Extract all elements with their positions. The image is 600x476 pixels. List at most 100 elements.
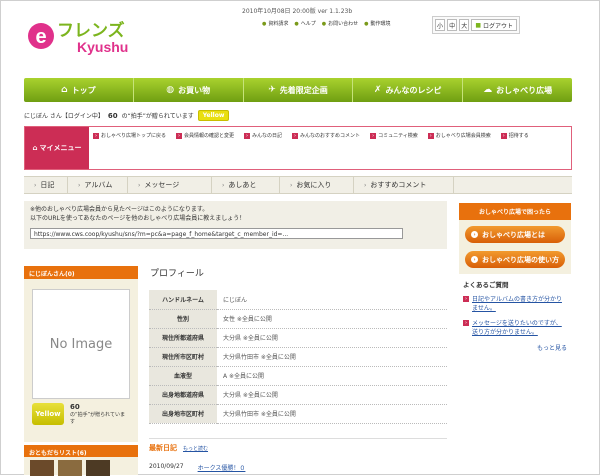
nav-limited[interactable]: ✈ 先着限定企画 <box>244 78 354 102</box>
arrow-icon: › <box>93 132 99 139</box>
my-menu-link[interactable]: › 会員情報の確認と変更 <box>176 132 234 139</box>
my-menu-link[interactable]: › 招待する <box>500 132 529 139</box>
user-name: にじぼん さん【ログイン中】 <box>24 113 104 120</box>
profile-value: 女性 ※全員に公開 <box>217 309 447 329</box>
my-menu: ⌂ マイメニュー › おしゃべり広場トップに戻る › 会員情報の確認と変更 › みんなの… <box>24 126 572 170</box>
arrow-icon: › <box>500 132 507 139</box>
list-item: 2010/09/27 ホークス優勝！０ <box>149 463 447 472</box>
help-box-body: › おしゃべり広場とは › おしゃべり広場の使い方 <box>459 220 571 274</box>
tab-message[interactable]: › メッセージ <box>128 177 212 193</box>
faq-section: よくあるご質問 › 日記やアルバムの書き方が分かりません。 › メッセージを送りたい… <box>459 279 571 352</box>
profile-key: 現住所市区町村 <box>149 347 217 367</box>
chat-icon: ☁ <box>483 85 493 95</box>
font-size-small-button[interactable]: 小 <box>435 19 446 31</box>
table-row: ハンドルネーム にじぼん <box>149 290 447 310</box>
arrow-icon: › <box>463 295 469 302</box>
runner-icon: ✈ <box>268 85 276 95</box>
my-menu-link[interactable]: › みんなのおすすめコメント <box>292 132 360 139</box>
tab-diary[interactable]: › 日記 <box>24 177 68 193</box>
logout-icon: ■ <box>475 21 481 29</box>
profile-key: 現住所都道府県 <box>149 328 217 348</box>
table-row: 現住所市区町村 大分県竹田市 ※全員に公開 <box>149 347 447 367</box>
bullet-icon: ● <box>321 20 327 27</box>
faq-more-link[interactable]: もっと見る <box>463 343 567 352</box>
help-box-title: おしゃべり広場で困ったら <box>459 203 571 220</box>
friend-thumbnail[interactable] <box>58 460 82 476</box>
font-size-medium-button[interactable]: 中 <box>447 19 458 31</box>
read-more-link[interactable]: もっと読む <box>183 445 208 452</box>
header-link-request[interactable]: ● 資料請求 <box>262 20 288 28</box>
tab-recommend[interactable]: › おすすめコメント <box>354 177 454 193</box>
header-link-contact[interactable]: ● お問い合わせ <box>321 20 358 28</box>
applause-count: 60 <box>70 403 80 411</box>
bullet-icon: ● <box>262 20 267 27</box>
table-row: 現住所都道府県 大分県 ※全員に公開 <box>149 328 447 348</box>
chevron-right-icon: › <box>222 181 225 189</box>
fork-knife-icon: ✗ <box>374 85 382 95</box>
my-menu-link[interactable]: › みんなの日記 <box>244 132 282 139</box>
arrow-right-icon: › <box>471 256 478 263</box>
howto-chat-button[interactable]: › おしゃべり広場の使い方 <box>465 251 565 268</box>
friend-thumbnail[interactable] <box>30 460 54 476</box>
svg-text:フレンズ: フレンズ <box>57 20 125 41</box>
svg-text:Kyushu: Kyushu <box>77 39 128 55</box>
tab-favorites[interactable]: › お気に入り <box>280 177 354 193</box>
member-box: No Image Yellow 60 の“拍手”が贈られています <box>24 279 138 442</box>
friend-thumbnail[interactable] <box>86 460 110 476</box>
profile-value: 大分県竹田市 ※全員に公開 <box>217 347 447 367</box>
profile-title: プロフィール <box>150 269 204 279</box>
profile-value: にじぼん <box>217 290 447 310</box>
arrow-right-icon: › <box>471 231 478 238</box>
bullet-icon: ● <box>364 20 369 27</box>
logout-button[interactable]: ■ ログアウト <box>471 19 518 31</box>
help-box: おしゃべり広場で困ったら › おしゃべり広場とは › おしゃべり広場の使い方 <box>459 203 571 274</box>
chevron-right-icon: › <box>138 181 141 189</box>
my-menu-links: › おしゃべり広場トップに戻る › 会員情報の確認と変更 › みんなの日記 › みんなの… <box>89 127 571 169</box>
nav-recipe[interactable]: ✗ みんなのレシピ <box>353 78 464 102</box>
my-menu-link[interactable]: › おしゃべり広場トップに戻る <box>93 132 166 139</box>
chevron-right-icon: › <box>78 181 81 189</box>
font-size-switcher: 小 中 大 ■ ログアウト <box>432 16 520 34</box>
recent-diary-header: 最新日記 もっと読む <box>149 443 447 453</box>
tab-footprint[interactable]: › あしあと <box>212 177 280 193</box>
profile-value: 大分県竹田市 ※全員に公開 <box>217 404 447 424</box>
arrow-icon: › <box>176 132 183 139</box>
table-row: 血液型 A ※全員に公開 <box>149 366 447 386</box>
nav-top[interactable]: ⌂ トップ <box>24 78 134 102</box>
diary-date: 2010/09/27 <box>149 463 184 470</box>
page-url-field[interactable]: https://www.cws.coop/kyushu/sns/?m=pc&a=… <box>30 228 403 239</box>
faq-link[interactable]: 日記やアルバムの書き方が分かりません。 <box>472 295 567 313</box>
tab-album[interactable]: › アルバム <box>68 177 128 193</box>
profile-key: 出身地市区町村 <box>149 404 217 424</box>
nav-shopping[interactable]: ◍ お買い物 <box>134 78 244 102</box>
my-menu-link[interactable]: › コミュニティ検索 <box>370 132 418 139</box>
about-chat-button[interactable]: › おしゃべり広場とは <box>465 226 565 243</box>
site-logo[interactable]: e フレンズ Kyushu <box>27 14 157 56</box>
profile-key: 出身地都道府県 <box>149 385 217 405</box>
recent-diary: 最新日記 もっと読む 2010/09/27 ホークス優勝！０ <box>149 438 447 472</box>
notice-line-1: ※他のおしゃべり広場会員から見たページはこのようになります。 <box>30 206 209 213</box>
arrow-icon: › <box>370 132 377 139</box>
user-status: にじぼん さん【ログイン中】 60 の“拍手”が贈られています Yellow <box>24 110 230 121</box>
faq-item: › 日記やアルバムの書き方が分かりません。 <box>463 295 567 313</box>
chevron-right-icon: › <box>34 181 37 189</box>
nav-chat[interactable]: ☁ おしゃべり広場 <box>463 78 572 102</box>
rank-badge-large: Yellow <box>32 403 64 425</box>
notice-line-2: 以下のURLを使ってあなたのページを他のおしゃべり広場会員に教えましょう！ <box>30 215 246 222</box>
my-menu-link[interactable]: › おしゃべり広場会員検索 <box>427 132 491 139</box>
font-size-large-button[interactable]: 大 <box>459 19 470 31</box>
shopping-icon: ◍ <box>166 85 175 95</box>
arrow-icon: › <box>244 132 251 139</box>
my-menu-label: ⌂ マイメニュー <box>25 127 89 169</box>
header-link-environment[interactable]: ● 動作環境 <box>364 20 390 28</box>
home-icon: ⌂ <box>32 144 38 152</box>
arrow-icon: › <box>292 132 299 139</box>
applause-caption: の“拍手”が贈られています <box>70 412 126 425</box>
header-links: ● 資料請求 ● ヘルプ ● お問い合わせ ● 動作環境 <box>262 20 391 28</box>
applause-count: 60 <box>107 111 118 120</box>
faq-link[interactable]: メッセージを送りたいのですが、送り方が分かりません。 <box>472 319 567 337</box>
bullet-icon: ● <box>294 20 299 27</box>
header-link-help[interactable]: ● ヘルプ <box>294 20 315 28</box>
diary-entry-link[interactable]: ホークス優勝！０ <box>198 463 246 472</box>
recent-diary-title: 最新日記 <box>149 444 177 452</box>
